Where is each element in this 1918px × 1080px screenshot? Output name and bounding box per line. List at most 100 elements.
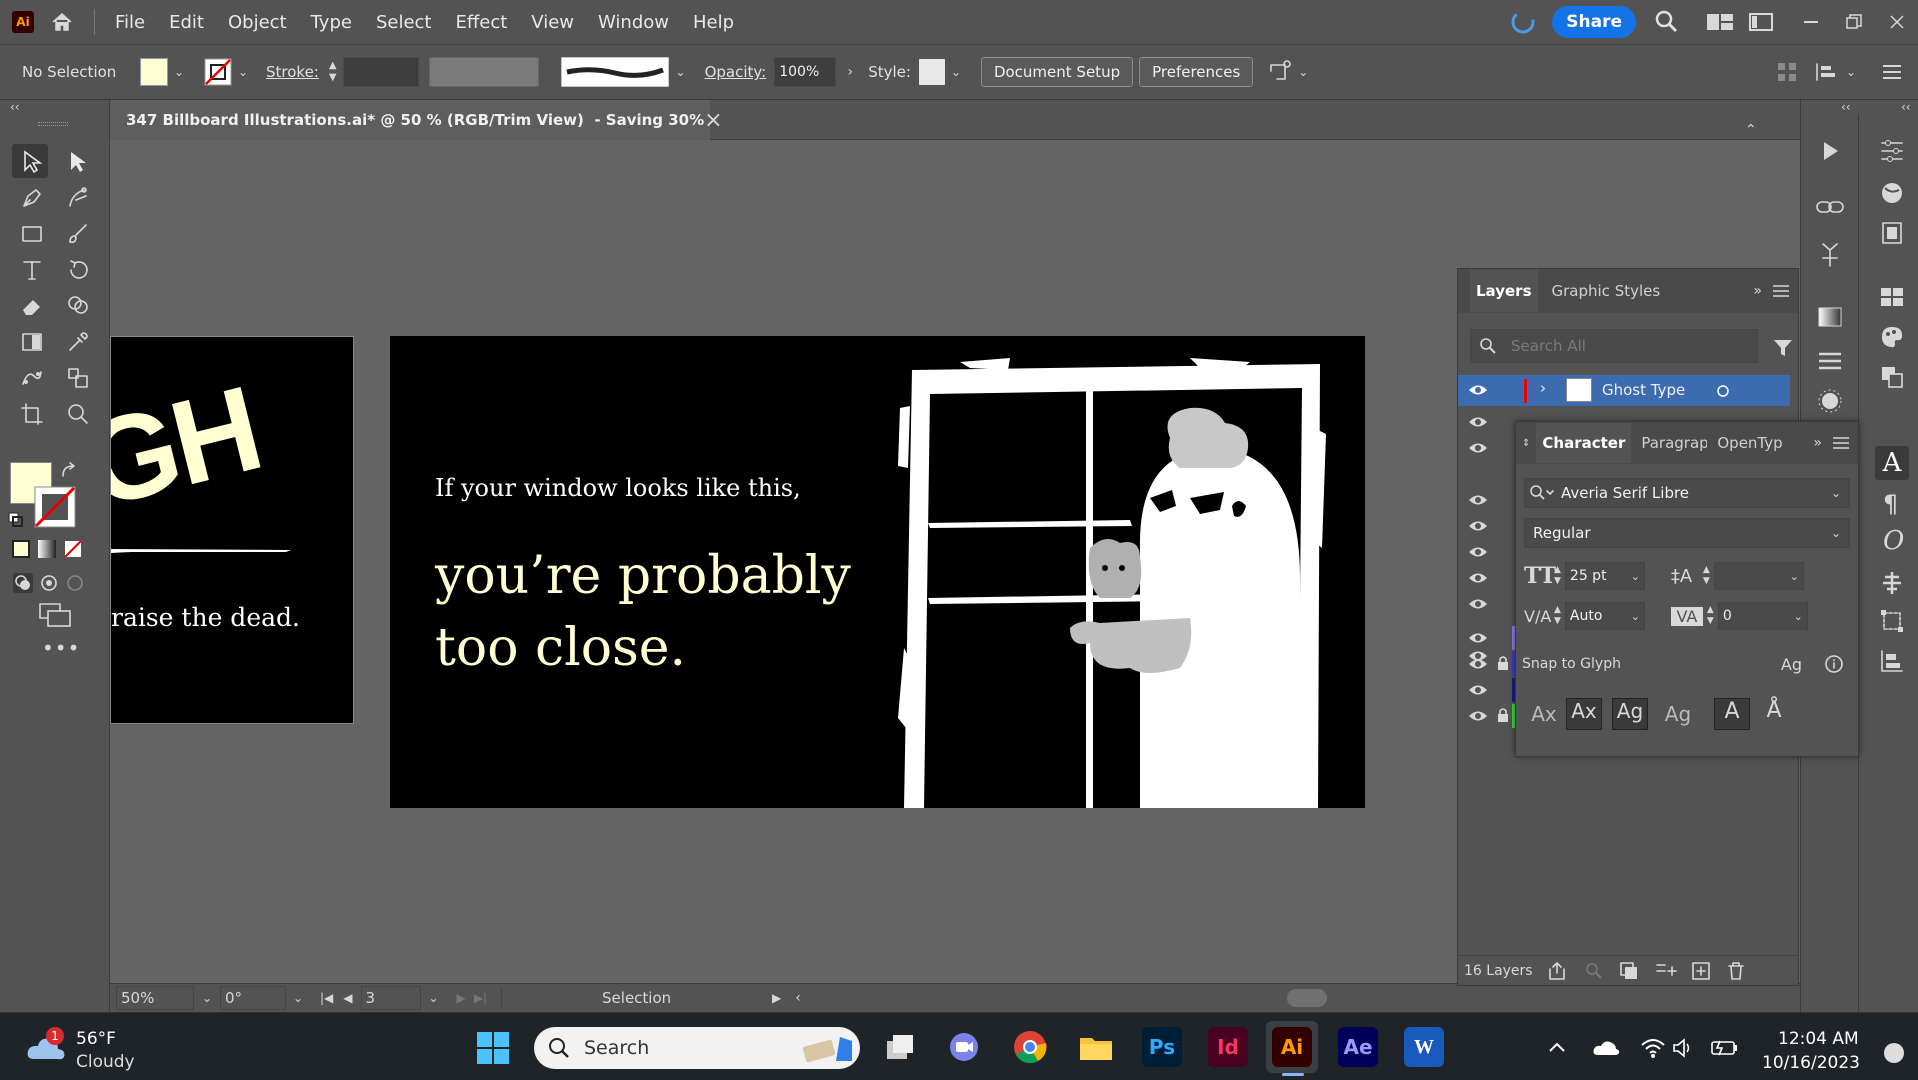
fill-swatch[interactable] (140, 58, 168, 86)
collapse-dock-icon[interactable]: ‹‹ (1901, 100, 1911, 114)
stroke-color-box[interactable] (34, 486, 76, 528)
status-menu-arrow[interactable]: ▶ (772, 991, 781, 1005)
preferences-button[interactable]: Preferences (1139, 57, 1254, 87)
zoom-dropdown[interactable]: ⌄ (194, 991, 220, 1005)
visibility-eye-icon[interactable] (1468, 571, 1488, 585)
arrange-documents-icon[interactable] (1706, 11, 1734, 33)
document-tab[interactable]: 347 Billboard Illustrations.ai* @ 50 % (… (110, 100, 723, 140)
visibility-eye-icon[interactable] (1468, 631, 1488, 645)
align-grid-icon[interactable] (1776, 61, 1798, 83)
opacity-label[interactable]: Opacity: (705, 63, 767, 81)
stroke-stepper[interactable]: ▲ ▼ (329, 60, 337, 84)
draw-normal-icon[interactable] (12, 572, 34, 594)
menu-file[interactable]: File (115, 12, 145, 33)
visibility-eye-icon[interactable] (1468, 415, 1488, 429)
visibility-eye-icon[interactable] (1468, 441, 1488, 455)
artboard-3[interactable]: If your window looks like this, you’re p… (390, 336, 1365, 808)
puppet-pins-icon[interactable] (1817, 238, 1843, 268)
pathfinder-panel-icon[interactable] (1879, 648, 1905, 674)
glyph-bounds-snap-icon[interactable]: Ag (1612, 698, 1648, 730)
layer-search-field[interactable]: Search All (1470, 329, 1758, 363)
font-size-stepper[interactable]: ▲ ▼ (1554, 565, 1561, 587)
clock-date[interactable]: 10/16/2023 (1762, 1053, 1860, 1073)
layer-name[interactable]: Ghost Type (1602, 381, 1685, 399)
font-size-field[interactable]: 25 pt ⌄ (1564, 562, 1645, 590)
onedrive-cloud-icon[interactable] (1592, 1039, 1620, 1057)
after-effects-app-icon[interactable]: Ae (1338, 1027, 1378, 1067)
collapse-toolbar-icon[interactable]: ‹‹ (10, 100, 20, 114)
draw-inside-icon[interactable] (64, 572, 86, 594)
links-icon[interactable] (1815, 196, 1845, 218)
scroll-up-arrow[interactable]: ⌃ (1745, 122, 1757, 138)
visibility-eye-icon[interactable] (1468, 519, 1488, 533)
style-swatch[interactable] (918, 59, 945, 85)
panel-collapse-arrows[interactable]: ⇕ (1522, 438, 1530, 449)
minimize-button[interactable] (1804, 21, 1818, 23)
direct-selection-icon[interactable] (66, 150, 90, 174)
default-colors-icon[interactable] (8, 512, 24, 528)
pen-tool-icon[interactable] (20, 186, 44, 210)
next-artboard-button[interactable]: ▶ (457, 991, 466, 1005)
teams-chat-icon[interactable] (944, 1027, 984, 1067)
x-height-snap-icon[interactable]: Ax (1566, 698, 1602, 730)
clipping-mask-icon[interactable] (1619, 961, 1639, 981)
font-family-field[interactable]: Averia Serif Libre ⌄ (1524, 478, 1850, 508)
layer-row-ghost-type[interactable]: › Ghost Type (1458, 375, 1790, 406)
puppet-dropdown[interactable]: ⌄ (1293, 65, 1313, 79)
home-icon[interactable] (50, 10, 74, 34)
baseline-snap-icon[interactable]: Ax (1524, 702, 1564, 726)
tab-character[interactable]: Character (1536, 423, 1632, 463)
kerning-stepper[interactable]: ▲ ▼ (1554, 605, 1561, 627)
menu-type[interactable]: Type (311, 12, 352, 33)
weather-temp[interactable]: 56°F (76, 1029, 116, 1049)
eraser-tool-icon[interactable] (20, 294, 44, 318)
opentype-panel-icon[interactable]: O (1883, 526, 1904, 556)
notification-badge-icon[interactable] (1884, 1043, 1904, 1063)
photoshop-app-icon[interactable]: Ps (1142, 1027, 1182, 1067)
font-style-dropdown[interactable]: ⌄ (1831, 526, 1841, 540)
export-icon[interactable] (1547, 961, 1567, 981)
filter-icon[interactable] (1772, 337, 1794, 359)
document-setup-button[interactable]: Document Setup (980, 57, 1134, 87)
menu-help[interactable]: Help (693, 12, 734, 33)
info-icon[interactable] (1824, 654, 1844, 674)
share-button[interactable]: Share (1552, 6, 1636, 38)
expand-layer-icon[interactable]: › (1540, 379, 1546, 397)
volume-icon[interactable] (1672, 1037, 1696, 1059)
previous-artboard-button[interactable]: ◀ (343, 991, 352, 1005)
type-tool-icon[interactable] (20, 258, 44, 282)
font-family-dropdown[interactable]: ⌄ (1831, 486, 1841, 500)
artboards-panel-icon[interactable] (1879, 364, 1905, 390)
anchor-snap-icon[interactable]: Å (1756, 698, 1792, 730)
menu-edit[interactable]: Edit (169, 12, 204, 33)
leading-stepper[interactable]: ▲ ▼ (1703, 565, 1710, 587)
search-icon[interactable] (1654, 9, 1680, 35)
opacity-arrow[interactable]: › (840, 64, 860, 80)
panel-expand-icon[interactable]: » (1753, 283, 1762, 299)
rectangle-tool-icon[interactable] (20, 222, 44, 246)
zoom-field[interactable]: 50% (116, 986, 194, 1010)
lock-icon[interactable] (1496, 707, 1510, 723)
horizontal-scrollbar-thumb[interactable] (1286, 989, 1327, 1007)
screen-mode-icon[interactable] (38, 602, 72, 628)
paintbrush-tool-icon[interactable] (66, 222, 90, 246)
distribute-dropdown[interactable]: ⌄ (1846, 65, 1856, 79)
gradient-mode-button[interactable] (38, 540, 56, 558)
artboard-dropdown[interactable]: ⌄ (421, 991, 447, 1005)
locate-object-icon[interactable] (1585, 962, 1603, 980)
font-style-field[interactable]: Regular ⌄ (1524, 518, 1850, 548)
more-tools-icon[interactable]: ••• (42, 636, 80, 660)
visibility-eye-icon[interactable] (1468, 597, 1488, 611)
glyph-snap-icon[interactable]: Ag (1781, 655, 1802, 674)
color-globe-icon[interactable] (1879, 180, 1905, 206)
stroke-dropdown[interactable]: ⌄ (232, 65, 254, 79)
library-book-icon[interactable] (1879, 220, 1905, 246)
color-mode-button[interactable] (12, 540, 30, 558)
kerning-field[interactable]: Auto ⌄ (1564, 602, 1645, 630)
stroke-panel-icon[interactable] (1817, 350, 1843, 372)
artboard-2[interactable]: GH raise the dead. (110, 336, 354, 724)
illustrator-app-icon[interactable]: Ai (1272, 1027, 1312, 1067)
puppet-warp-icon[interactable] (1267, 59, 1293, 85)
shape-builder-icon[interactable] (66, 294, 90, 318)
word-app-icon[interactable]: W (1404, 1027, 1444, 1067)
